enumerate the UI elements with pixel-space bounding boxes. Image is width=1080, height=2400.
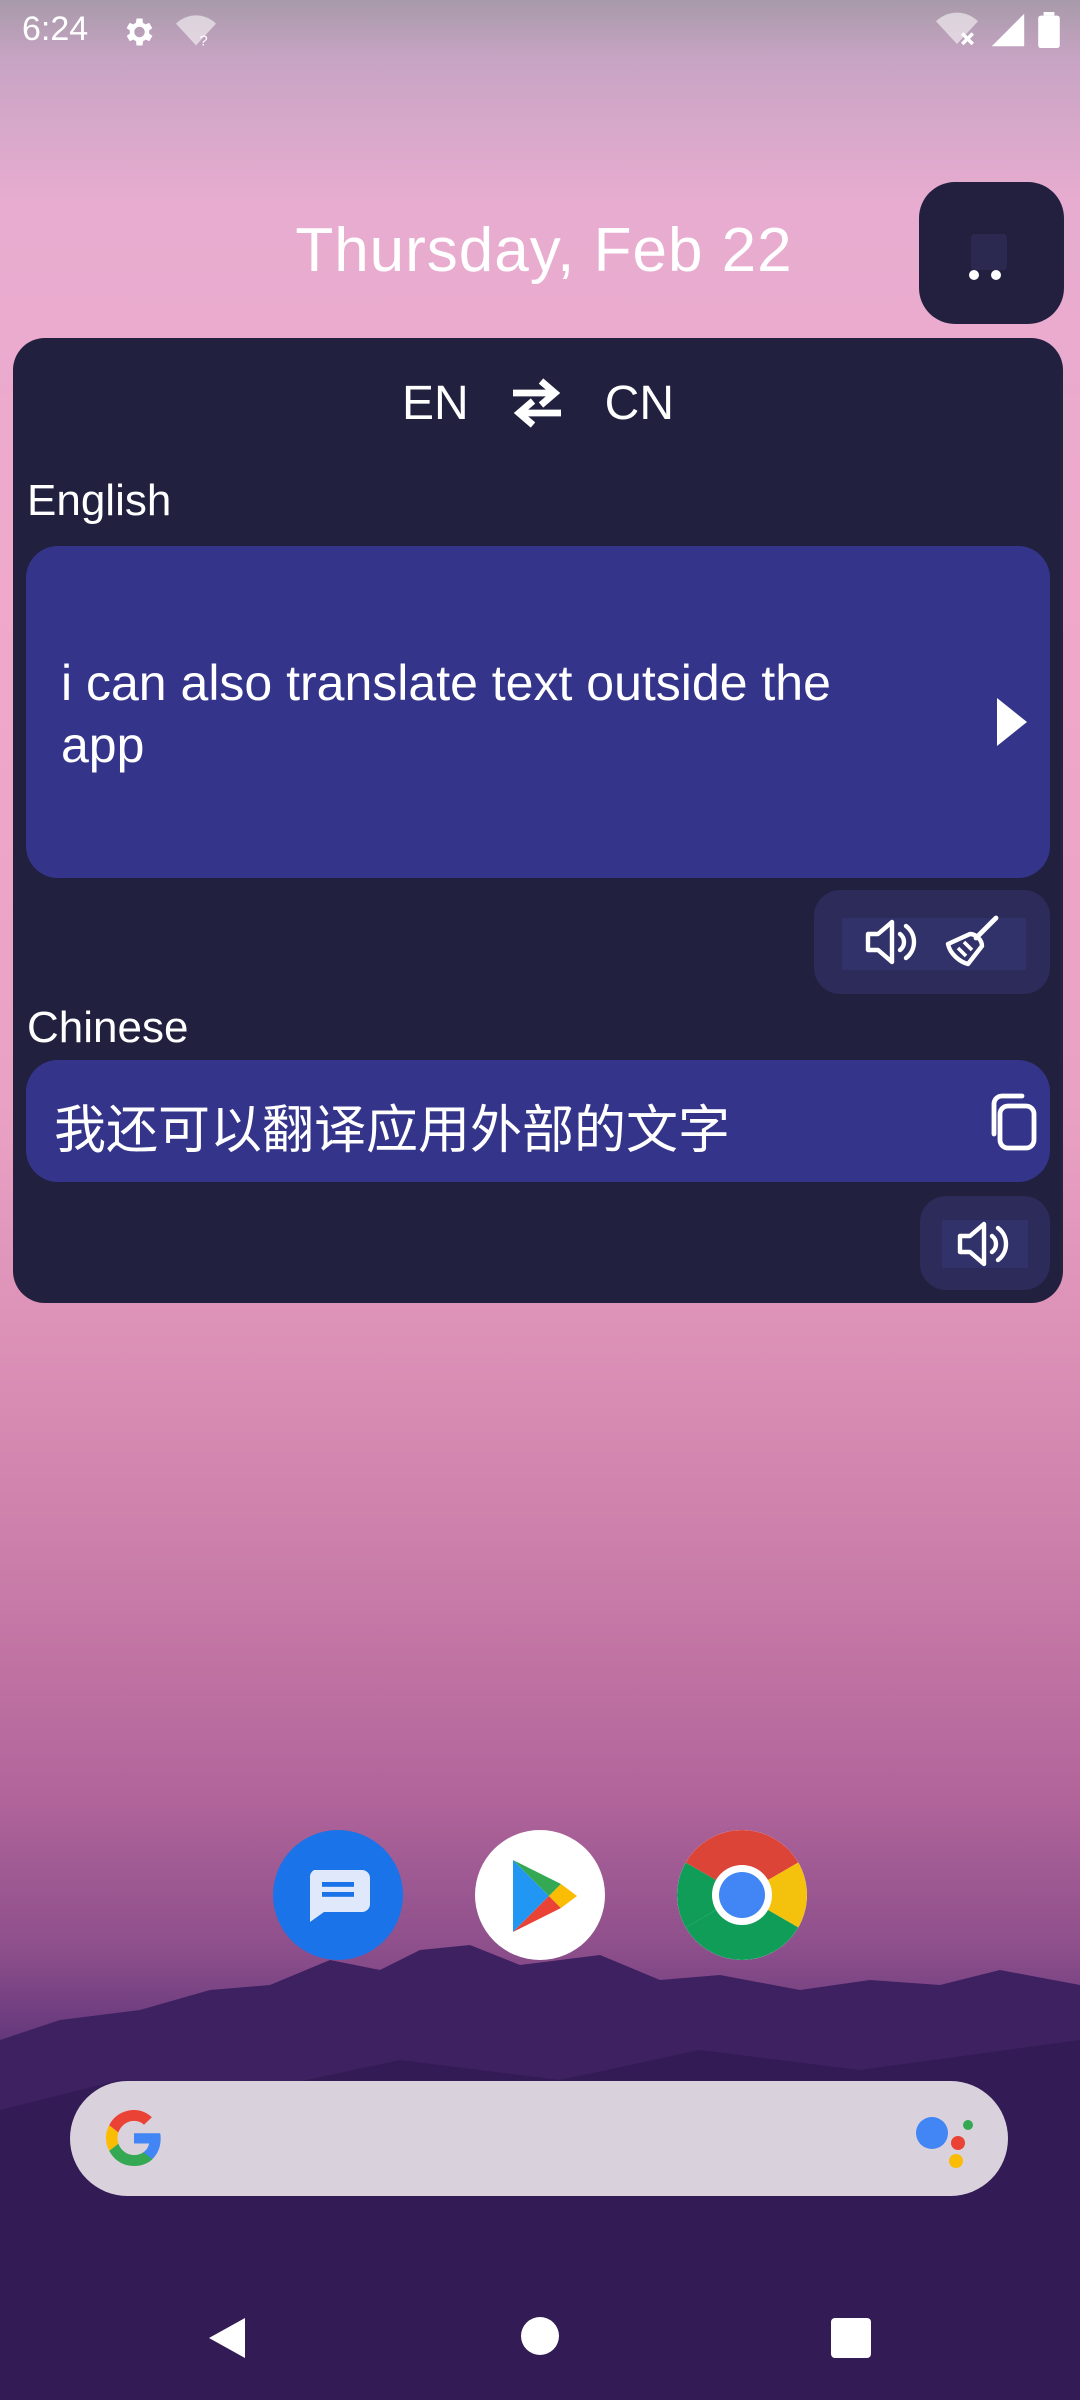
target-language-label: Chinese [27, 1003, 189, 1052]
navigation-bar [0, 2300, 1080, 2400]
status-time: 6:24 [22, 10, 89, 48]
speaker-icon[interactable] [862, 914, 922, 970]
copy-icon[interactable] [986, 1090, 1042, 1154]
language-bar: EN CN [13, 368, 1063, 438]
source-input-text[interactable]: i can also translate text outside the ap… [61, 652, 911, 776]
source-input-card[interactable]: i can also translate text outside the ap… [26, 546, 1050, 878]
recents-icon[interactable] [831, 2318, 871, 2358]
chrome-app-icon[interactable] [677, 1830, 807, 1960]
google-g-icon [106, 2110, 161, 2166]
messages-app-icon[interactable] [273, 1830, 403, 1960]
source-language-code[interactable]: EN [402, 376, 469, 431]
translator-widget: EN CN English i can also translate text … [13, 338, 1063, 1303]
message-bubble-icon [309, 1870, 370, 1922]
status-bar: 6:24 ? [0, 0, 1080, 66]
translate-play-icon[interactable] [991, 694, 1031, 750]
date-text: Thursday, Feb 22 [295, 216, 793, 285]
signal-icon [991, 13, 1025, 47]
back-icon[interactable] [205, 2314, 249, 2362]
home-date[interactable]: Thursday, Feb 22 [0, 215, 1080, 286]
source-language-label: English [27, 476, 172, 525]
translation-output-card: 我还可以翻译应用外部的文字 [26, 1060, 1050, 1182]
swap-languages-icon[interactable] [505, 377, 569, 429]
speaker-icon[interactable] [954, 1216, 1014, 1272]
wifi-unknown-icon: ? [176, 15, 216, 49]
battery-icon [1038, 12, 1060, 48]
target-actions [920, 1196, 1050, 1290]
chrome-icon [677, 1830, 807, 1960]
play-store-app-icon[interactable] [475, 1830, 605, 1960]
google-search-bar[interactable] [70, 2081, 1008, 2196]
svg-text:?: ? [199, 32, 207, 49]
home-icon[interactable] [520, 2316, 560, 2356]
floating-app-button[interactable] [919, 182, 1064, 324]
google-assistant-icon [916, 2117, 973, 2168]
fab-square [971, 234, 1007, 270]
more-dots-icon [969, 270, 1001, 280]
source-actions [814, 890, 1050, 994]
wifi-off-icon [936, 12, 978, 46]
play-store-icon [513, 1860, 577, 1932]
target-language-code[interactable]: CN [605, 376, 674, 431]
settings-gear-icon [126, 18, 153, 46]
clear-broom-icon[interactable] [944, 914, 1002, 970]
translation-output-text: 我还可以翻译应用外部的文字 [54, 1101, 731, 1161]
